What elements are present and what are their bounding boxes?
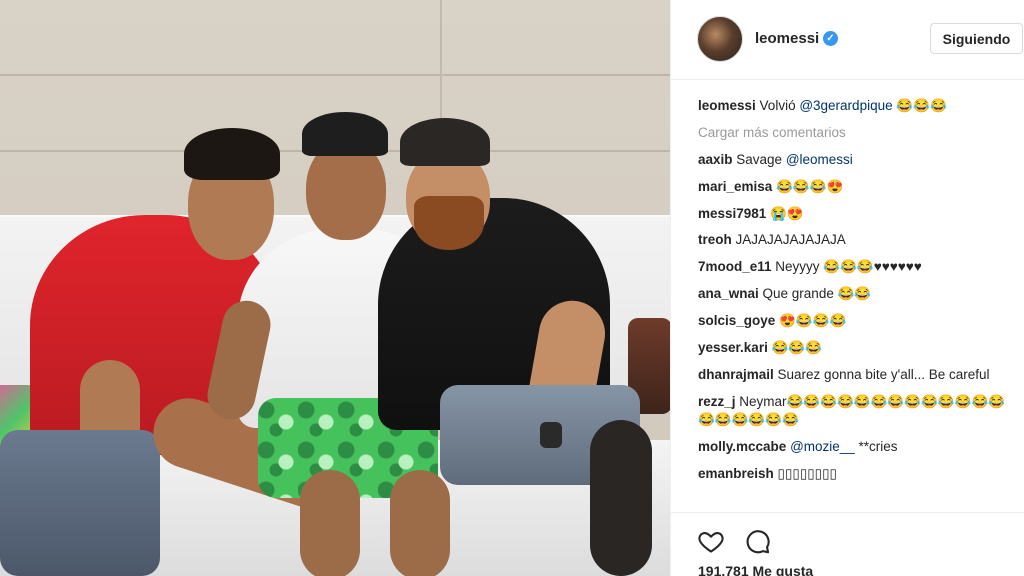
person-right-beard [414,196,484,250]
comment-mention[interactable]: @3gerardpique [799,98,892,113]
comment-username[interactable]: ana_wnai [698,286,759,301]
post-photo[interactable] [0,0,670,576]
comment-username[interactable]: treoh [698,232,732,247]
comment-username[interactable]: emanbreish [698,466,774,481]
like-count[interactable]: 191.781 Me gusta [698,563,813,576]
comment-username[interactable]: solcis_goye [698,313,775,328]
load-more-comments-link[interactable]: Cargar más comentarios [698,124,1016,142]
comment-text: Suarez gonna bite y'all... Be careful [773,366,990,382]
comment-item: rezz_j Neymar😂😂😂😂😂😂😂😂😂😂😂😂😂😂😂😂😂😂😂 [698,393,1016,429]
comment-text: 😍😂😂😂 [775,313,847,329]
comment-item: aaxib Savage @leomessi [698,151,1016,169]
comment-mention[interactable]: @mozie__ [790,439,855,454]
comment-username[interactable]: molly.mccabe [698,439,786,454]
person-middle-leg [390,470,450,576]
comment-text: 😂😂😂 [767,340,823,356]
comment-item: dhanrajmail Suarez gonna bite y'all... B… [698,366,1016,384]
comment-text: Savage [732,151,786,167]
comment-item: mari_emisa 😂😂😂😍 [698,178,1016,196]
caption: leomessi Volvió @3gerardpique 😂😂😂 [698,97,1016,115]
comment-item: 7mood_e11 Neyyyy 😂😂😂♥♥♥♥♥♥ [698,258,1016,276]
comment-text: 😂😂😂😍 [772,178,844,194]
comment-item: molly.mccabe @mozie__ **cries [698,438,1016,456]
comment-username[interactable]: rezz_j [698,394,736,409]
post-header: leomessi ✓ Siguiendo [671,0,1024,80]
comment-username[interactable]: 7mood_e11 [698,259,772,274]
comment-text: Neyyyy 😂😂😂♥♥♥♥♥♥ [771,259,922,275]
person-right-cap [400,118,490,166]
following-button[interactable]: Siguiendo [930,23,1023,54]
comment-username[interactable]: messi7981 [698,206,766,221]
person-left-jeans [0,430,160,576]
comment-text: **cries [854,438,898,454]
comment-text: 😂😂😂 [892,98,947,113]
comment-username[interactable]: dhanrajmail [698,367,774,382]
comment-text: Que grande 😂😂 [758,286,872,302]
person-left-hair [184,128,280,180]
comment-item: ana_wnai Que grande 😂😂 [698,285,1016,303]
verified-badge-icon: ✓ [823,31,838,46]
comment-mention[interactable]: @leomessi [786,152,853,167]
comment-item: treoh JAJAJAJAJAJAJA [698,231,1016,249]
comment-text: Volvió [755,98,800,113]
comment-text: JAJAJAJAJAJAJA [731,232,846,248]
person-right-leg [590,420,652,576]
action-bar: 191.781 Me gusta [671,512,1024,576]
profile-avatar[interactable] [697,16,743,62]
comment-username[interactable]: mari_emisa [698,179,772,194]
wall-seam [0,74,670,76]
comment-username[interactable]: aaxib [698,152,733,167]
comment-text: Neymar😂😂😂😂😂😂😂😂😂😂😂😂😂😂😂😂😂😂😂 [698,393,1006,427]
comment-item: emanbreish ▯▯▯▯▯▯▯▯ [698,465,1016,483]
comment-item: yesser.kari 😂😂😂 [698,339,1016,357]
comment-username[interactable]: leomessi [698,98,756,113]
username-link[interactable]: leomessi [755,30,819,47]
wristwatch [540,422,562,448]
heart-icon[interactable] [697,527,725,555]
post-sidebar: leomessi ✓ Siguiendo leomessi Volvió @3g… [670,0,1024,576]
comment-item: solcis_goye 😍😂😂😂 [698,312,1016,330]
person-middle-cap [302,112,388,156]
comment-username[interactable]: yesser.kari [698,340,768,355]
comment-icon[interactable] [743,527,771,555]
comment-item: messi7981 😭😍 [698,205,1016,223]
person-middle-leg [300,470,360,576]
comment-text: 😭😍 [766,205,804,221]
comment-list: leomessi Volvió @3gerardpique 😂😂😂 Cargar … [698,97,1016,491]
comment-text: ▯▯▯▯▯▯▯▯ [773,465,837,481]
